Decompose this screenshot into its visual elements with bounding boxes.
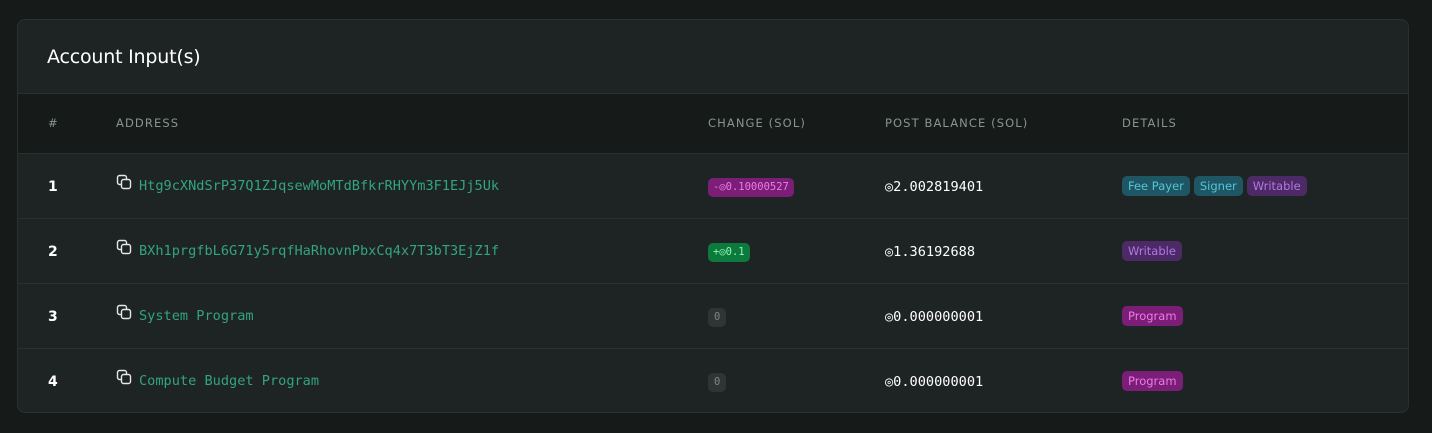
copy-icon[interactable] (116, 239, 133, 256)
account-address-link[interactable]: System Program (139, 308, 254, 324)
row-index: 3 (48, 309, 58, 325)
copy-icon[interactable] (116, 304, 133, 321)
table-row: 4 Compute Budget Program 0 ◎0.000000001 … (18, 348, 1408, 412)
row-index: 2 (48, 244, 58, 260)
program-badge: Program (1122, 305, 1183, 326)
card-title: Account Input(s) (47, 45, 201, 68)
table-row: 1 Htg9cXNdSrP37Q1ZJqsewMoMTdBfkrRHYYm3F1… (18, 153, 1408, 218)
balance-change-badge: -◎0.10000527 (708, 177, 794, 197)
header-post-balance: POST BALANCE (SOL) (885, 94, 1122, 154)
post-balance: ◎1.36192688 (885, 244, 976, 260)
balance-change-badge: 0 (708, 307, 727, 327)
header-index: # (18, 94, 116, 154)
details-badges: Program (1122, 305, 1408, 326)
table-header-row: # ADDRESS CHANGE (SOL) POST BALANCE (SOL… (18, 94, 1408, 154)
details-badges: Fee Payer Signer Writable (1122, 175, 1408, 196)
balance-change-badge: 0 (708, 372, 727, 392)
account-address-link[interactable]: Compute Budget Program (139, 373, 319, 389)
details-badges: Writable (1122, 240, 1408, 261)
row-index: 4 (48, 374, 58, 391)
signer-badge: Signer (1193, 175, 1243, 196)
table-row: 3 System Program 0 ◎0.000000001 Program (18, 283, 1408, 348)
card-header: Account Input(s) (18, 20, 1408, 94)
copy-icon[interactable] (116, 369, 133, 386)
writable-badge: Writable (1122, 240, 1182, 261)
post-balance: ◎0.000000001 (885, 309, 984, 325)
header-details: DETAILS (1122, 94, 1408, 154)
program-badge: Program (1122, 370, 1183, 391)
post-balance: ◎2.002819401 (885, 179, 984, 195)
account-address-link[interactable]: Htg9cXNdSrP37Q1ZJqsewMoMTdBfkrRHYYm3F1EJ… (139, 178, 499, 194)
post-balance: ◎0.000000001 (885, 374, 984, 391)
balance-change-badge: +◎0.1 (708, 242, 750, 262)
fee-payer-badge: Fee Payer (1122, 175, 1190, 196)
account-inputs-table: # ADDRESS CHANGE (SOL) POST BALANCE (SOL… (18, 94, 1408, 412)
table-row: 2 BXh1prgfbL6G71y5rqfHaRhovnPbxCq4x7T3bT… (18, 218, 1408, 283)
details-badges: Program (1122, 370, 1408, 391)
account-address-link[interactable]: BXh1prgfbL6G71y5rqfHaRhovnPbxCq4x7T3bT3E… (139, 243, 499, 259)
copy-icon[interactable] (116, 174, 133, 191)
header-change: CHANGE (SOL) (708, 94, 885, 154)
writable-badge: Writable (1246, 175, 1307, 196)
row-index: 1 (48, 179, 58, 195)
header-address: ADDRESS (116, 94, 708, 154)
account-inputs-card: Account Input(s) # ADDRESS CHANGE (SOL) … (17, 19, 1409, 413)
